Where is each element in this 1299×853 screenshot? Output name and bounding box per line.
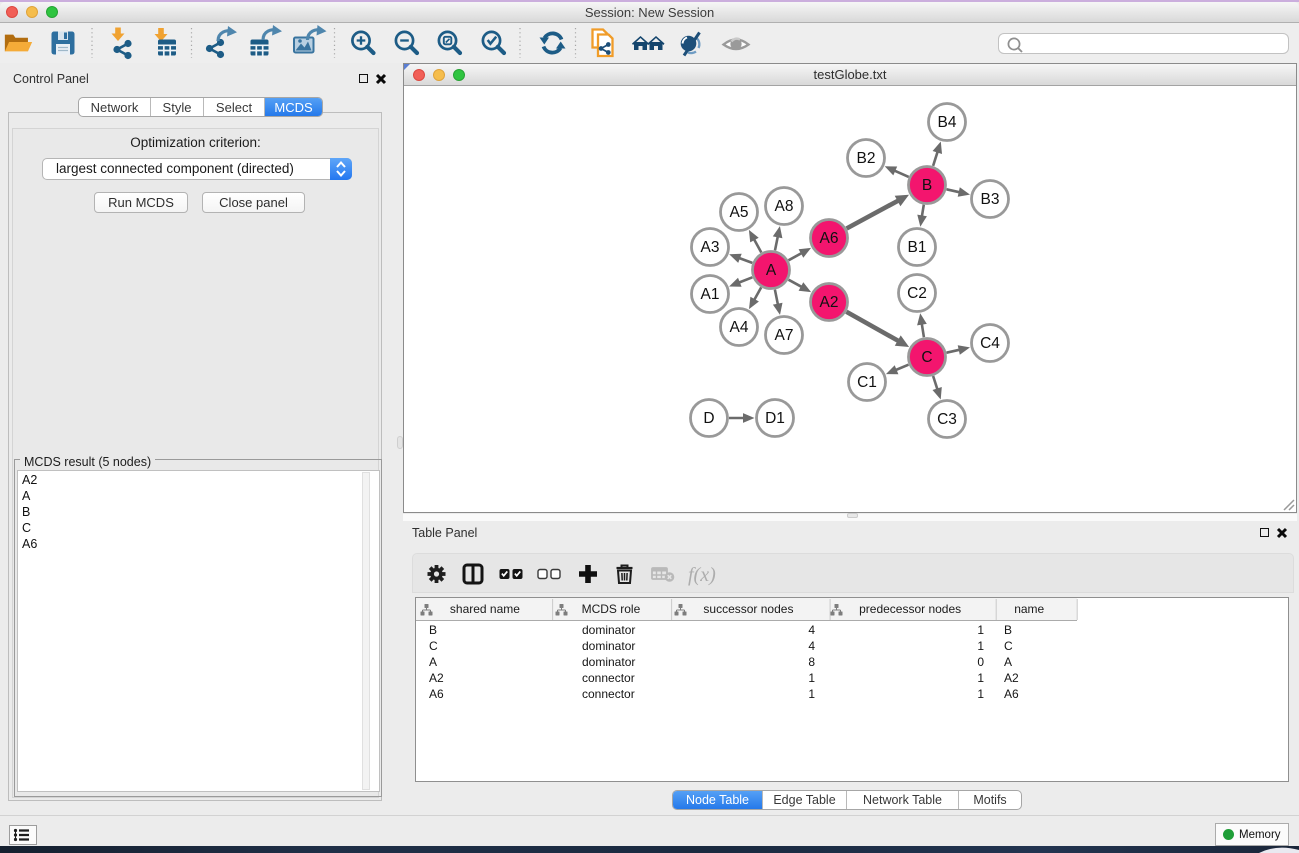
svg-text:B2: B2 <box>857 150 876 167</box>
svg-text:A2: A2 <box>820 294 839 311</box>
svg-text:A8: A8 <box>775 198 794 215</box>
svg-text:A1: A1 <box>701 286 720 303</box>
svg-text:B: B <box>922 177 932 194</box>
svg-text:A7: A7 <box>775 327 794 344</box>
svg-text:B4: B4 <box>938 114 957 131</box>
svg-text:f(x): f(x) <box>688 564 716 586</box>
svg-text:C: C <box>921 349 932 366</box>
svg-text:C4: C4 <box>980 335 1000 352</box>
svg-text:C3: C3 <box>937 411 957 428</box>
svg-text:A4: A4 <box>730 319 749 336</box>
svg-text:A5: A5 <box>730 204 749 221</box>
svg-text:A6: A6 <box>820 230 839 247</box>
svg-text:D: D <box>703 410 714 427</box>
svg-text:C1: C1 <box>857 374 877 391</box>
svg-text:C2: C2 <box>907 285 927 302</box>
svg-text:B1: B1 <box>908 239 927 256</box>
svg-text:A: A <box>766 262 777 279</box>
svg-text:B3: B3 <box>981 191 1000 208</box>
svg-text:D1: D1 <box>765 410 785 427</box>
svg-text:A3: A3 <box>701 239 720 256</box>
